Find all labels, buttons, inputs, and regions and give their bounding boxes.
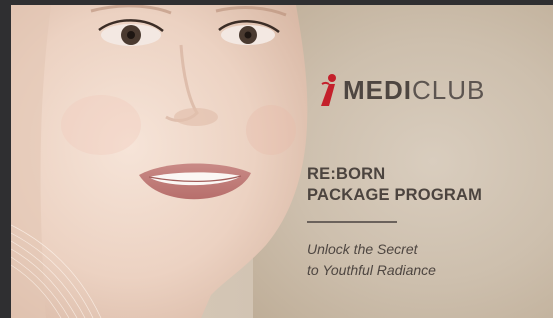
logo-text-medi: MEDI	[343, 74, 412, 105]
brand-logo[interactable]: MEDI CLUB	[317, 71, 485, 109]
program-headline: RE:BORN PACKAGE PROGRAM	[307, 164, 482, 206]
tagline-line-1: Unlock the Secret	[307, 241, 418, 257]
logo-text-club: CLUB	[412, 74, 486, 105]
brand-i-icon	[321, 74, 336, 106]
headline-line-2: PACKAGE PROGRAM	[307, 186, 483, 204]
program-tagline: Unlock the Secret to Youthful Radiance	[307, 239, 436, 281]
headline-divider	[307, 221, 397, 223]
tagline-line-2: to Youthful Radiance	[307, 262, 436, 278]
model-face-photo	[11, 5, 308, 318]
promo-banner[interactable]: MEDI CLUB RE:BORN PACKAGE PROGRAM Unlock…	[11, 5, 553, 318]
headline-line-1: RE:BORN	[307, 165, 386, 183]
